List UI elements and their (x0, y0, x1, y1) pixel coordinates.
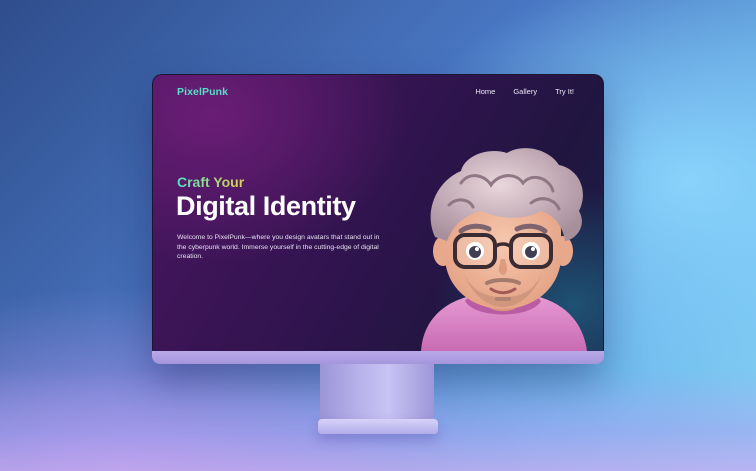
hero-description: Welcome to PixelPunk—where you design av… (177, 234, 380, 261)
hero-headline: Digital Identity (176, 191, 356, 221)
site-logo[interactable]: PixelPunk (177, 86, 228, 98)
main-nav: Home Gallery Try It! (475, 87, 574, 96)
monitor-base (318, 419, 438, 434)
website-screen: PixelPunk Home Gallery Try It! Craft You… (153, 75, 603, 351)
monitor-chin (152, 351, 604, 364)
monitor-stand (320, 364, 434, 422)
monitor: PixelPunk Home Gallery Try It! Craft You… (152, 74, 604, 364)
nav-gallery[interactable]: Gallery (513, 87, 537, 96)
hero-tagline: Craft Your (177, 174, 245, 190)
nav-home[interactable]: Home (475, 87, 495, 96)
avatar-illustration (421, 148, 587, 351)
nav-try-it[interactable]: Try It! (555, 87, 574, 96)
